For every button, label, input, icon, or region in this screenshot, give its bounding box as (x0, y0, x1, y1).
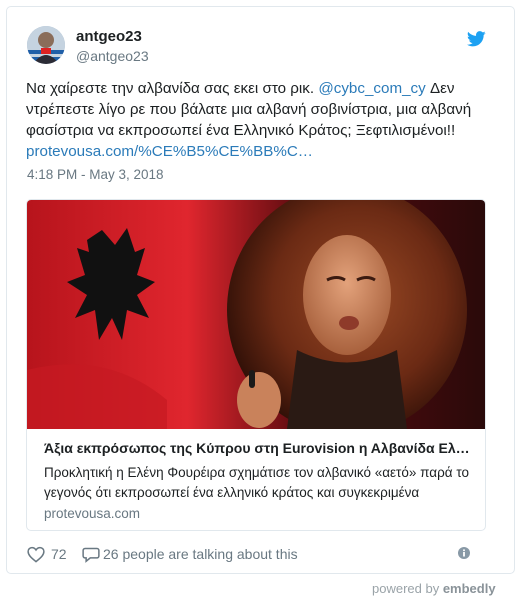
tweet-timestamp[interactable]: 4:18 PM - May 3, 2018 (27, 167, 164, 182)
reply-icon[interactable] (82, 546, 100, 563)
mention-link[interactable]: @cybc_com_cy (318, 80, 425, 97)
tweet-text: Να χαίρεστε την αλβανίδα σας εκει στο ρι… (26, 78, 496, 162)
avatar-image (27, 26, 65, 64)
talking-count[interactable]: 26 people are talking about this (103, 546, 298, 562)
preview-image (27, 200, 485, 429)
display-name[interactable]: antgeo23 (76, 28, 142, 45)
avatar[interactable] (27, 26, 65, 64)
tweet-text-part: Να χαίρεστε την αλβανίδα σας εκει στο ρι… (26, 80, 319, 97)
card-description: Προκλητική η Ελένη Φουρέιρα σχημάτισε το… (44, 465, 469, 500)
tweet-card: antgeo23 @antgeo23 Να χαίρεστε την αλβαν… (6, 6, 515, 574)
card-domain[interactable]: protevousa.com (44, 506, 140, 521)
user-handle[interactable]: @antgeo23 (76, 48, 149, 64)
powered-by-prefix: powered by (372, 581, 443, 596)
info-icon[interactable] (458, 547, 470, 559)
like-count[interactable]: 72 (51, 546, 67, 562)
article-link[interactable]: protevousa.com/%CE%B5%CE%BB%C… (26, 143, 313, 160)
heart-icon[interactable] (27, 546, 45, 563)
twitter-bird-icon[interactable] (467, 31, 486, 47)
embedly-brand: embedly (442, 581, 496, 596)
link-preview-card[interactable]: Άξια εκπρόσωπος της Κύπρου στη Eurovisio… (26, 199, 486, 531)
powered-by-embedly[interactable]: powered by embedly (372, 581, 496, 596)
card-title[interactable]: Άξια εκπρόσωπος της Κύπρου στη Eurovisio… (44, 440, 474, 456)
